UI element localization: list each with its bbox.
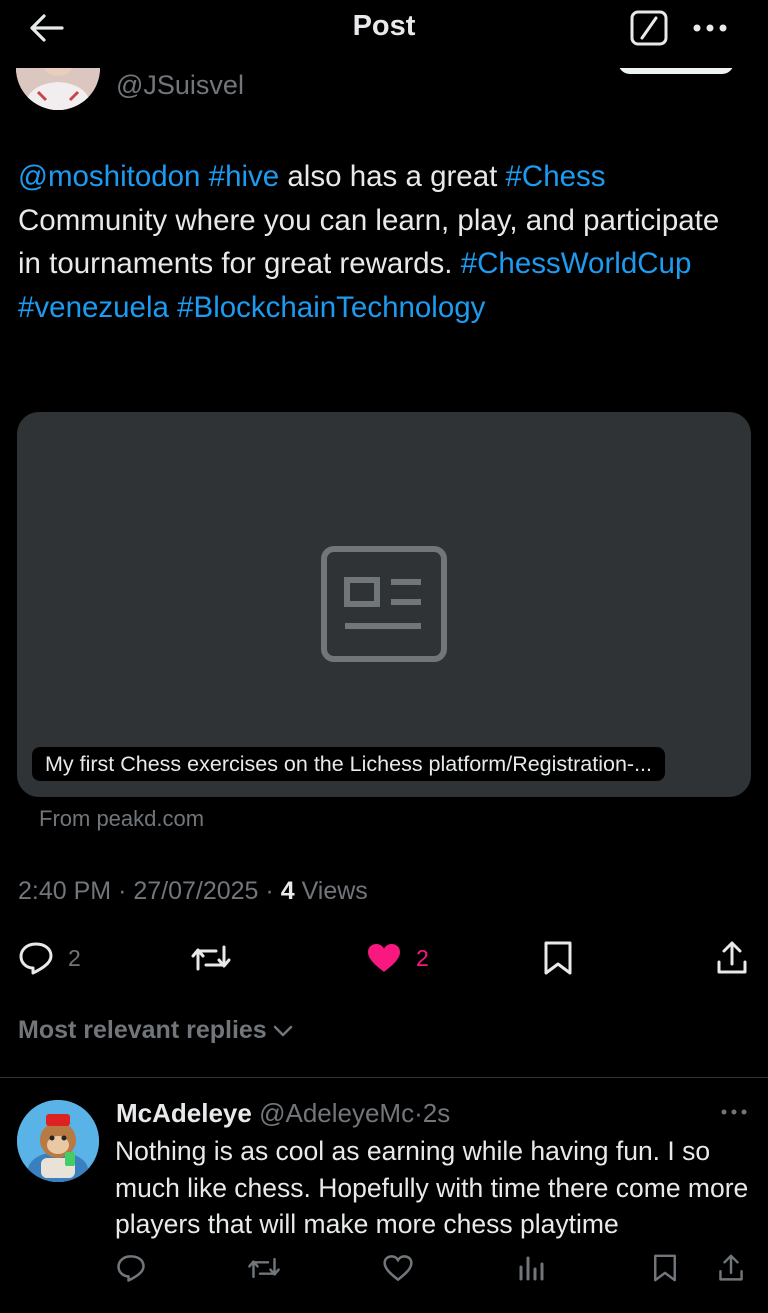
hashtag-link[interactable]: #venezuela xyxy=(18,291,169,324)
card-source[interactable]: From peakd.com xyxy=(39,806,204,832)
meta-separator: · xyxy=(265,877,281,905)
reply-time[interactable]: 2s xyxy=(423,1098,450,1128)
analytics-icon xyxy=(519,1256,544,1281)
reply-like-button[interactable] xyxy=(383,1250,413,1286)
more-icon xyxy=(721,1109,747,1115)
reply-count: 2 xyxy=(68,944,81,971)
repost-icon xyxy=(248,1257,280,1279)
chevron-down-icon xyxy=(273,1025,292,1036)
more-icon xyxy=(693,24,727,32)
reply-item[interactable]: McAdeleye @AdeleyeMc·2s Nothing is as co… xyxy=(0,1078,768,1313)
reply-author-name[interactable]: McAdeleye xyxy=(116,1098,252,1128)
reply-views-button[interactable] xyxy=(517,1250,545,1286)
repost-button[interactable] xyxy=(190,936,232,980)
hashtag-link[interactable]: #BlockchainTechnology xyxy=(177,291,485,324)
mention-link[interactable]: @moshitodon xyxy=(18,160,200,193)
grok-button[interactable] xyxy=(630,10,668,46)
post-text: @moshitodon #hive also has a great #Ches… xyxy=(18,155,738,329)
more-options-button[interactable] xyxy=(688,10,732,46)
bookmark-icon xyxy=(654,1254,676,1282)
views-count[interactable]: 4 xyxy=(281,877,295,905)
post-time: 2:40 PM xyxy=(18,877,112,905)
reply-button[interactable]: 2 xyxy=(18,936,81,980)
hashtag-link[interactable]: #Chess xyxy=(506,160,606,193)
reply-more-button[interactable] xyxy=(716,1100,752,1124)
reply-reply-button[interactable] xyxy=(116,1250,146,1286)
reply-author-handle[interactable]: @AdeleyeMc xyxy=(259,1098,414,1128)
heart-filled-icon xyxy=(368,944,400,972)
like-button[interactable]: 2 xyxy=(366,936,429,980)
replies-sort-label: Most relevant replies xyxy=(18,1016,267,1044)
repost-icon xyxy=(191,945,231,971)
meta-separator: · xyxy=(118,877,134,905)
reply-share-button[interactable] xyxy=(718,1250,744,1286)
views-label[interactable]: Views xyxy=(302,877,368,905)
reply-separator: · xyxy=(414,1098,423,1128)
post-meta: 2:40 PM · 27/07/2025 · 4 Views xyxy=(18,877,368,906)
avatar[interactable] xyxy=(17,1100,99,1182)
hashtag-link[interactable]: #hive xyxy=(209,160,280,193)
bookmark-icon xyxy=(544,941,572,975)
reply-icon xyxy=(19,942,53,975)
reply-actions xyxy=(0,1250,768,1286)
post-actions: 2 2 xyxy=(0,936,768,980)
link-card[interactable]: My first Chess exercises on the Lichess … xyxy=(17,412,751,797)
bookmark-button[interactable] xyxy=(542,936,574,980)
reply-icon xyxy=(117,1255,145,1282)
post-text-segment xyxy=(200,160,208,193)
top-bar: Post xyxy=(0,0,768,68)
share-icon xyxy=(717,941,747,974)
replies-sort-dropdown[interactable]: Most relevant replies xyxy=(18,1016,293,1045)
reply-text: Nothing is as cool as earning while havi… xyxy=(115,1136,749,1239)
post-date: 27/07/2025 xyxy=(133,877,259,905)
post-text-segment: also has a great xyxy=(279,160,506,193)
like-count: 2 xyxy=(416,944,429,971)
share-button[interactable] xyxy=(716,936,748,980)
post-text-segment xyxy=(169,291,177,324)
grok-icon xyxy=(630,10,668,46)
reply-bookmark-button[interactable] xyxy=(652,1250,678,1286)
card-title: My first Chess exercises on the Lichess … xyxy=(32,747,665,781)
heart-icon xyxy=(383,1255,413,1282)
reply-header: McAdeleye @AdeleyeMc·2s xyxy=(116,1098,450,1129)
share-icon xyxy=(719,1254,743,1281)
article-icon xyxy=(321,546,447,662)
reply-repost-button[interactable] xyxy=(247,1250,281,1286)
hashtag-link[interactable]: #ChessWorldCup xyxy=(461,247,692,280)
author-handle[interactable]: @JSuisvel xyxy=(116,70,244,101)
